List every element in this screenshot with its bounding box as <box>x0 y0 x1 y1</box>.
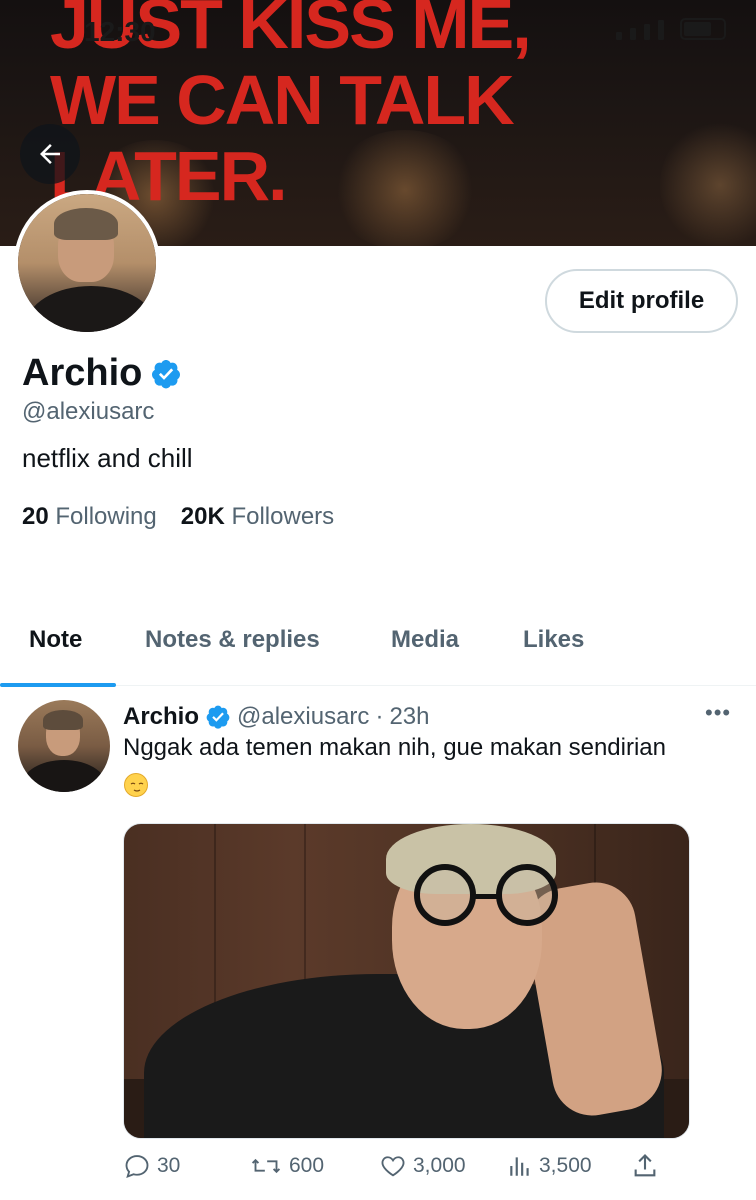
verified-badge-icon <box>206 705 230 729</box>
share-button[interactable] <box>631 1152 659 1180</box>
profile-tabs: Note Notes & replies Media Likes <box>0 604 756 687</box>
more-options-icon[interactable]: ••• <box>705 700 731 726</box>
share-icon <box>634 1154 656 1177</box>
followers-link[interactable]: 20K Followers <box>181 503 334 531</box>
banner-line: WE CAN TALK <box>50 61 515 139</box>
post-header: Archio @alexiusarc · 23h <box>123 703 429 731</box>
views-count: 3,500 <box>539 1154 592 1177</box>
following-label: Following <box>55 503 157 530</box>
tab-notes-and-replies[interactable]: Notes & replies <box>145 626 320 654</box>
tab-note[interactable]: Note <box>29 626 82 654</box>
post-text: Nggak ada temen makan nih, gue makan sen… <box>123 734 666 761</box>
signal-icon <box>616 32 622 40</box>
back-button[interactable] <box>20 124 80 184</box>
following-link[interactable]: 20 Following <box>22 503 157 531</box>
post-time[interactable]: 23h <box>389 703 429 731</box>
reply-button[interactable]: 30 <box>123 1152 180 1180</box>
profile-name: Archio <box>22 352 143 394</box>
edit-profile-button[interactable]: Edit profile <box>545 269 738 333</box>
battery-icon <box>680 18 726 40</box>
post-author-handle: @alexiusarc <box>237 703 370 730</box>
profile-handle: @alexiusarc <box>22 398 155 425</box>
following-count: 20 <box>22 503 49 530</box>
signal-icon <box>644 24 650 40</box>
like-button[interactable]: 3,000 <box>379 1152 466 1180</box>
reply-icon <box>125 1155 149 1179</box>
post-image[interactable] <box>123 823 690 1139</box>
profile-bio: netflix and chill <box>22 443 193 473</box>
followers-label: Followers <box>231 503 335 530</box>
status-bar: 12:30 <box>0 8 756 48</box>
repost-icon <box>251 1158 281 1174</box>
status-icons <box>616 18 726 40</box>
verified-badge-icon <box>152 359 181 388</box>
followers-count: 20K <box>180 503 225 530</box>
repost-count: 600 <box>289 1154 325 1177</box>
follow-stats: 20 Following 20K Followers <box>22 503 334 531</box>
heart-icon <box>381 1156 405 1177</box>
post-author-avatar[interactable] <box>18 700 110 792</box>
profile-avatar[interactable] <box>14 190 160 336</box>
status-time: 12:30 <box>84 16 156 47</box>
repost-button[interactable]: 600 <box>249 1152 324 1180</box>
post-author-name[interactable]: Archio <box>123 703 199 731</box>
banner-light <box>660 120 756 246</box>
profile-name-row: Archio <box>22 352 182 395</box>
tab-media[interactable]: Media <box>391 626 459 654</box>
active-tab-indicator <box>0 683 116 687</box>
like-count: 3,000 <box>413 1154 466 1177</box>
relieved-face-emoji-icon <box>124 773 148 797</box>
reply-count: 30 <box>157 1154 181 1177</box>
post-separator: · <box>375 703 384 730</box>
post-actions: 30 600 3,000 3,500 <box>123 1152 743 1188</box>
views-chart-icon <box>510 1157 529 1176</box>
signal-icon <box>658 20 664 40</box>
signal-icon <box>630 28 636 40</box>
views-button[interactable]: 3,500 <box>507 1152 592 1180</box>
tab-likes[interactable]: Likes <box>523 626 584 654</box>
arrow-left-icon <box>40 144 60 164</box>
